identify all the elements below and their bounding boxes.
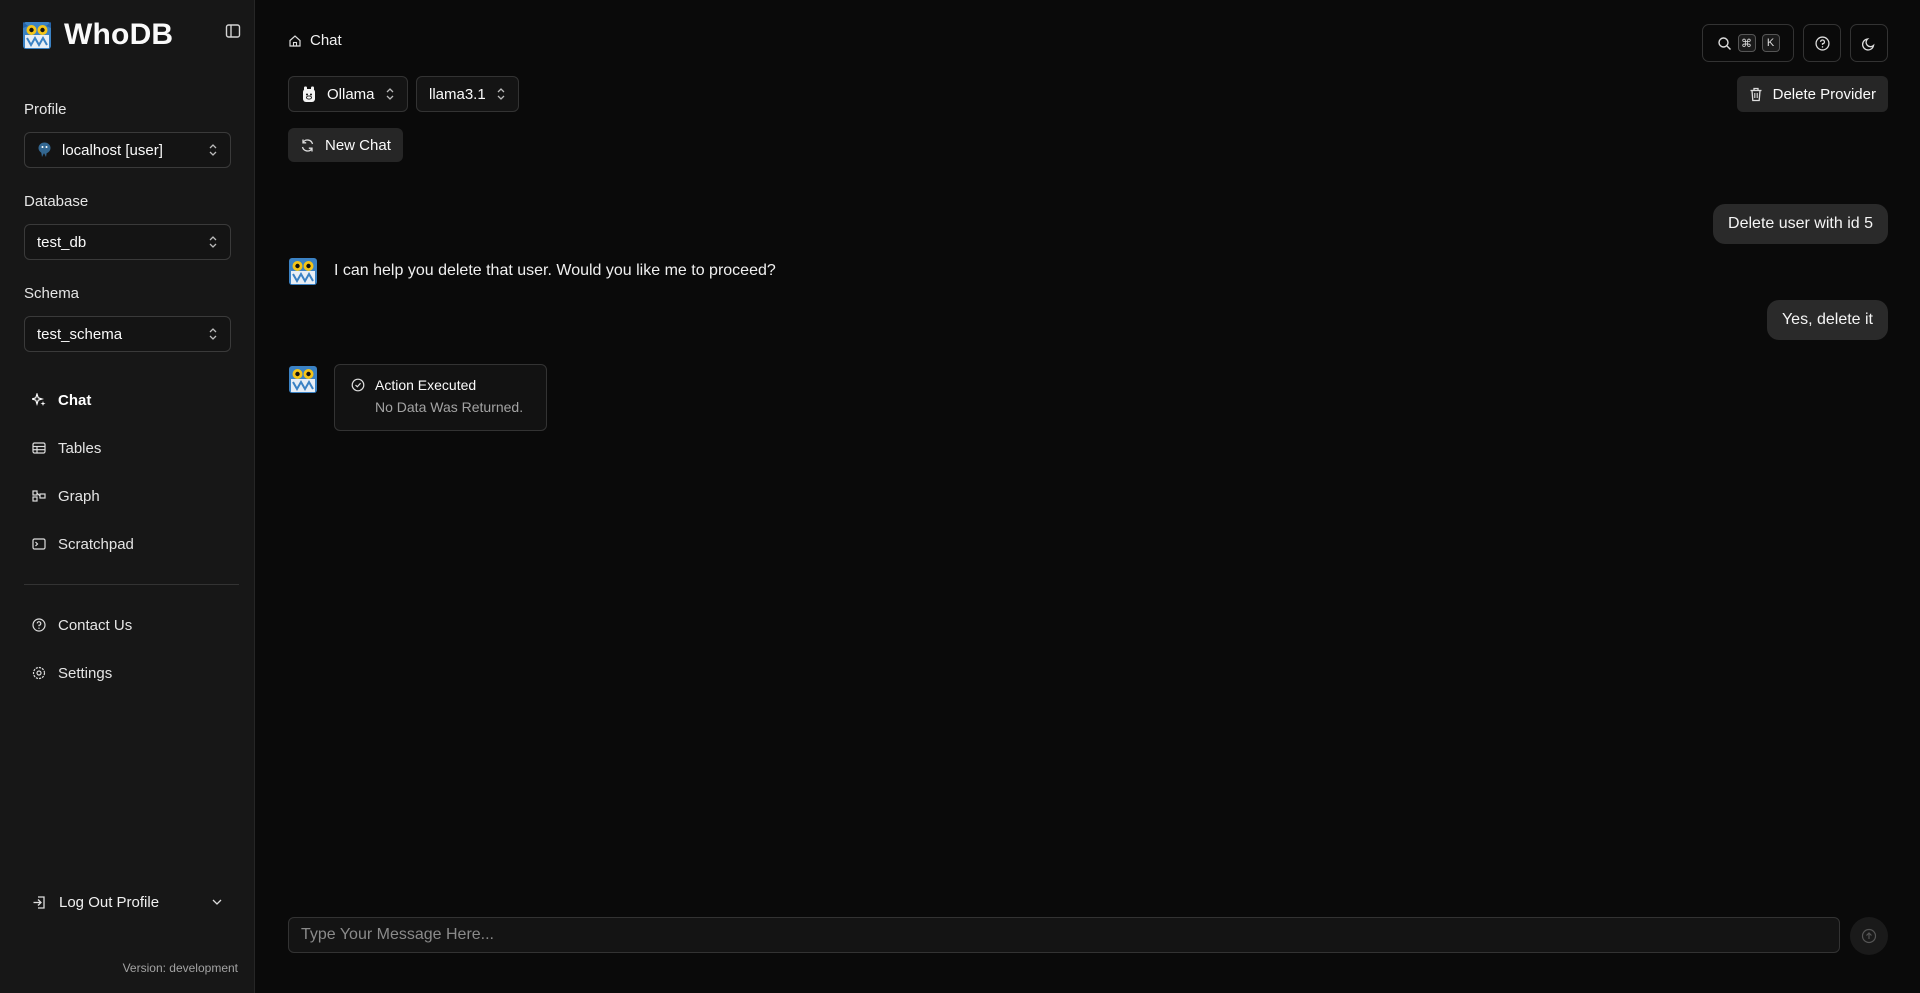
- sidebar-toggle-icon[interactable]: [222, 20, 244, 42]
- model-select[interactable]: llama3.1: [416, 76, 519, 112]
- sidebar-item-graph[interactable]: Graph: [24, 478, 239, 514]
- send-arrow-icon: [1861, 928, 1877, 944]
- chevron-down-icon: [210, 895, 224, 909]
- database-select[interactable]: test_db: [24, 224, 231, 260]
- sidebar-item-settings[interactable]: Settings: [24, 655, 239, 691]
- database-value: test_db: [37, 233, 87, 251]
- owl-logo-icon: [22, 20, 52, 50]
- chevrons-up-down-icon: [208, 235, 218, 249]
- model-value: llama3.1: [429, 85, 486, 103]
- bot-avatar-icon: [288, 256, 318, 286]
- chevrons-up-down-icon: [208, 143, 218, 157]
- home-icon: [288, 34, 302, 48]
- schema-value: test_schema: [37, 325, 123, 343]
- action-result-card: Action Executed No Data Was Returned.: [334, 364, 547, 431]
- new-chat-label: New Chat: [325, 136, 391, 154]
- check-circle-icon: [351, 378, 365, 392]
- terminal-icon: [32, 537, 46, 551]
- profile-value: localhost [user]: [62, 141, 163, 159]
- breadcrumb[interactable]: Chat: [288, 32, 342, 49]
- logout-button[interactable]: Log Out Profile: [24, 884, 224, 920]
- refresh-icon: [300, 138, 315, 153]
- settings-icon: [32, 666, 46, 680]
- chevrons-up-down-icon: [496, 87, 506, 101]
- action-title: Action Executed: [375, 377, 477, 393]
- schema-label: Schema: [24, 285, 80, 302]
- moon-icon: [1861, 36, 1877, 51]
- nav-divider: [24, 584, 239, 585]
- provider-select[interactable]: Ollama: [288, 76, 408, 112]
- profile-label: Profile: [24, 101, 67, 118]
- help-circle-icon: [1814, 35, 1830, 51]
- sidebar-item-tables[interactable]: Tables: [24, 430, 239, 466]
- new-chat-button[interactable]: New Chat: [288, 128, 403, 162]
- sidebar-item-label: Contact Us: [58, 616, 133, 634]
- trash-icon: [1749, 87, 1763, 102]
- top-actions: ⌘ K: [1702, 24, 1888, 62]
- command-search-button[interactable]: ⌘ K: [1702, 24, 1794, 62]
- ollama-icon: [301, 86, 317, 103]
- sidebar-item-contact-us[interactable]: Contact Us: [24, 607, 239, 643]
- profile-select[interactable]: localhost [user]: [24, 132, 231, 168]
- bot-message: I can help you delete that user. Would y…: [288, 256, 776, 286]
- sidebar-item-label: Scratchpad: [58, 535, 134, 553]
- chat-main: Chat ⌘ K Ollama llama3.1 Delete Provider…: [256, 0, 1920, 993]
- sidebar: WhoDB Profile localhost [user] Database …: [0, 0, 255, 993]
- chevrons-up-down-icon: [208, 327, 218, 341]
- postgres-icon: [37, 142, 52, 158]
- kbd-k: K: [1761, 34, 1780, 52]
- schema-select[interactable]: test_schema: [24, 316, 231, 352]
- brand[interactable]: WhoDB: [22, 18, 173, 52]
- bot-message-text: I can help you delete that user. Would y…: [334, 262, 776, 279]
- action-subtitle: No Data Was Returned.: [375, 399, 524, 415]
- logout-label: Log Out Profile: [59, 893, 160, 911]
- sidebar-item-label: Graph: [58, 487, 100, 505]
- message-input[interactable]: [301, 926, 1827, 944]
- bot-action-message: Action Executed No Data Was Returned.: [288, 364, 547, 431]
- search-icon: [1717, 36, 1732, 51]
- message-composer: [288, 917, 1840, 953]
- table-icon: [32, 441, 46, 455]
- sidebar-item-label: Settings: [58, 664, 113, 682]
- user-message: Delete user with id 5: [1713, 204, 1888, 244]
- help-button[interactable]: [1803, 24, 1841, 62]
- breadcrumb-label: Chat: [310, 32, 342, 49]
- sidebar-item-label: Tables: [58, 439, 102, 457]
- provider-value: Ollama: [327, 85, 375, 103]
- sidebar-item-label: Chat: [58, 391, 92, 409]
- send-button[interactable]: [1850, 917, 1888, 955]
- graph-icon: [32, 489, 46, 503]
- version-text: Version: development: [122, 961, 238, 975]
- chevrons-up-down-icon: [385, 87, 395, 101]
- app-name: WhoDB: [64, 18, 174, 51]
- sidebar-item-chat[interactable]: Chat: [24, 382, 239, 418]
- delete-provider-label: Delete Provider: [1772, 85, 1876, 103]
- bot-avatar-icon: [288, 364, 318, 394]
- theme-toggle-button[interactable]: [1850, 24, 1888, 62]
- user-message: Yes, delete it: [1766, 300, 1888, 340]
- sidebar-item-scratchpad[interactable]: Scratchpad: [24, 526, 239, 562]
- help-circle-icon: [32, 618, 46, 632]
- kbd-command: ⌘: [1737, 34, 1756, 52]
- logout-icon: [32, 895, 47, 910]
- sparkles-icon: [32, 393, 46, 407]
- delete-provider-button[interactable]: Delete Provider: [1736, 76, 1888, 112]
- database-label: Database: [24, 193, 89, 210]
